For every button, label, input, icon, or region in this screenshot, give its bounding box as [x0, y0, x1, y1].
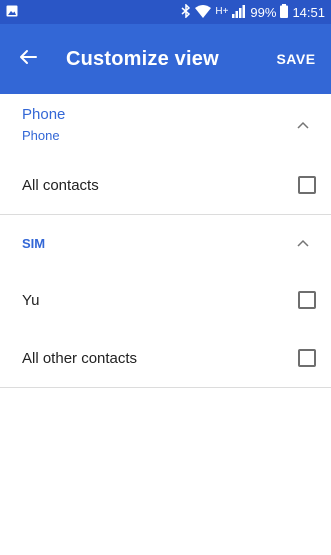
group-header-phone[interactable]: Phone Phone [0, 94, 331, 156]
page-title: Customize view [66, 47, 219, 70]
network-type-label: H+ [215, 6, 229, 17]
divider [0, 387, 331, 388]
checkbox[interactable] [298, 291, 316, 309]
bluetooth-icon [181, 3, 191, 20]
app-bar: Customize view SAVE [0, 24, 331, 94]
chevron-up-icon[interactable] [283, 215, 323, 271]
save-button[interactable]: SAVE [261, 24, 331, 94]
wifi-icon [195, 4, 212, 20]
clock: 14:51 [292, 4, 325, 20]
account-list: Phone Phone All contacts SIM Yu All othe… [0, 94, 331, 388]
arrow-back-icon [19, 49, 37, 70]
status-bar: H+ 99% 14:51 [0, 0, 331, 24]
list-item-label: All contacts [22, 176, 99, 194]
battery-percent: 99% [250, 4, 277, 20]
chevron-up-icon[interactable] [283, 94, 323, 156]
list-item-all-contacts[interactable]: All contacts [0, 156, 331, 214]
battery-icon [280, 4, 289, 20]
image-icon [6, 5, 18, 20]
signal-icon [232, 4, 246, 20]
checkbox[interactable] [298, 176, 316, 194]
list-item-label: Yu [22, 291, 40, 309]
list-item-yu[interactable]: Yu [0, 271, 331, 329]
group-header-sim[interactable]: SIM [0, 215, 331, 271]
back-button[interactable] [0, 24, 56, 94]
checkbox[interactable] [298, 349, 316, 367]
list-item-all-other-contacts[interactable]: All other contacts [0, 329, 331, 387]
list-item-label: All other contacts [22, 349, 138, 367]
